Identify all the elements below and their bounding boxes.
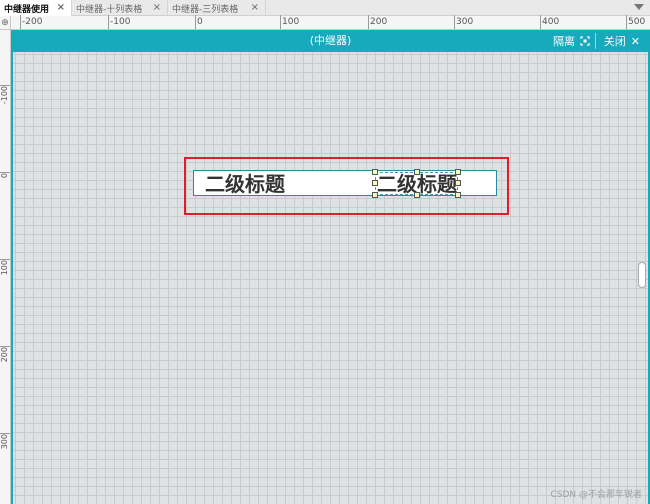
repeater-item-heading[interactable]: 二级标题	[205, 171, 285, 197]
repeater-title-bar: (中继器) 隔离 关闭 ✕	[13, 30, 648, 52]
isolate-button[interactable]: 隔离	[553, 30, 596, 52]
resize-handle-bottom-right[interactable]	[455, 192, 461, 198]
repeater-edit-frame: (中继器) 隔离 关闭 ✕	[11, 30, 650, 504]
ruler-label: 200	[0, 347, 9, 363]
resize-handle-right[interactable]	[455, 180, 461, 186]
tab-repeater-usage[interactable]: 中继器使用 ×	[0, 0, 72, 16]
ruler-label: 300	[456, 17, 474, 27]
tab-overflow-chevron-down-icon[interactable]	[634, 4, 644, 10]
ruler-label: 200	[370, 17, 388, 27]
isolate-label: 隔离	[553, 35, 575, 48]
tab-bar: 中继器使用 × 中继器-十列表格 × 中继器-三列表格 ×	[0, 0, 650, 16]
ruler-label: 300	[0, 434, 9, 450]
canvas-grid[interactable]	[13, 52, 648, 504]
close-label: 关闭	[603, 35, 626, 48]
resize-handle-bottom[interactable]	[414, 192, 420, 198]
tab-repeater-three-column[interactable]: 中继器-三列表格 ×	[168, 0, 266, 16]
resize-handle-top-left[interactable]	[372, 169, 378, 175]
resize-handle-top[interactable]	[414, 169, 420, 175]
ruler-label: -100	[110, 17, 131, 27]
isolate-expand-icon	[580, 36, 590, 46]
ruler-corner-crosshair-icon[interactable]: ⊕	[0, 16, 11, 30]
ruler-label: -200	[22, 17, 43, 27]
tab-close-icon[interactable]: ×	[251, 2, 259, 14]
resize-handle-bottom-left[interactable]	[372, 192, 378, 198]
watermark-text: CSDN @不会那年锐者	[550, 490, 642, 500]
tab-close-icon[interactable]: ×	[153, 2, 161, 14]
ruler-label: -100	[0, 86, 9, 105]
ruler-label: 400	[542, 17, 560, 27]
close-button[interactable]: 关闭 ✕	[604, 30, 640, 52]
ruler-label: 0	[197, 17, 203, 27]
resize-handle-left[interactable]	[372, 180, 378, 186]
ruler-label: 0	[0, 173, 9, 179]
horizontal-ruler: -200 -100 0 100 200 300 400 500	[11, 15, 650, 30]
resize-handle-top-right[interactable]	[455, 169, 461, 175]
vertical-scrollbar-handle[interactable]	[638, 262, 646, 288]
vertical-ruler: -100 0 100 200 300	[0, 30, 11, 504]
ruler-label: 100	[0, 260, 9, 276]
ruler-label: 100	[282, 17, 300, 27]
tab-repeater-ten-column[interactable]: 中继器-十列表格 ×	[72, 0, 168, 16]
tab-close-icon[interactable]: ×	[57, 2, 65, 14]
ruler-label: 500	[628, 17, 646, 27]
title-bar-divider	[595, 33, 596, 49]
close-icon: ✕	[630, 34, 640, 48]
